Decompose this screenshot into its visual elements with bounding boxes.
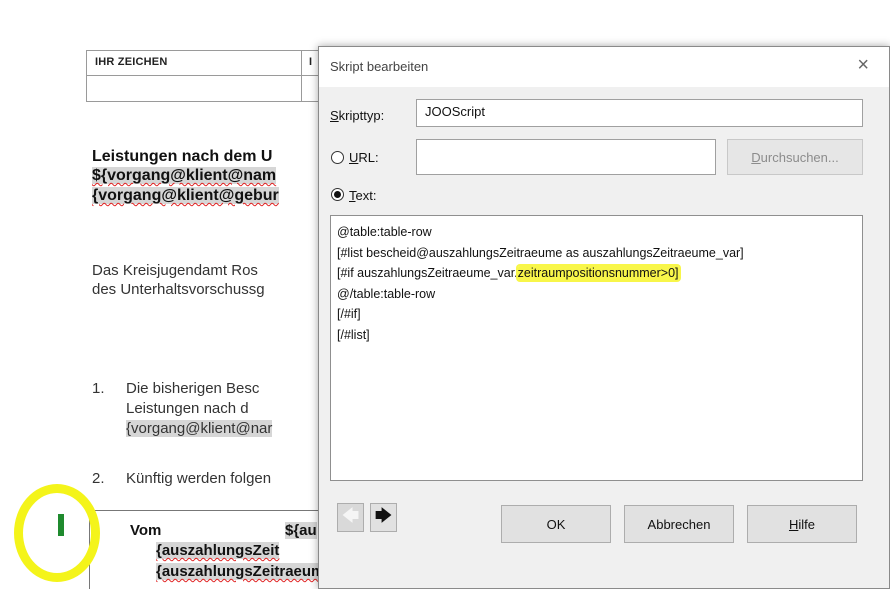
doc-heading-line3: {vorgang@klient@gebur	[92, 187, 279, 205]
doc-paragraph-line1: Das Kreisjugendamt Ros	[92, 262, 258, 279]
code-line-3-start: [#if auszahlungsZeitraeume_var.	[337, 266, 518, 280]
table-header-cut: I	[309, 56, 313, 68]
dialog-titlebar[interactable]: Skript bearbeiten ×	[319, 47, 889, 87]
back-arrow-icon[interactable]: 🡄	[337, 503, 364, 532]
doc-item1-line1: Die bisherigen Besc	[126, 380, 260, 397]
doc-field-zeitraum: {auszahlungsZeit	[156, 542, 280, 559]
text-radio[interactable]	[331, 188, 344, 201]
doc-item1-line3: {vorgang@klient@nar	[126, 420, 273, 437]
doc-row-vom-label: Vom	[130, 522, 162, 539]
doc-paragraph-line2: des Unterhaltsvorschussg	[92, 281, 265, 298]
header-table: IHR ZEICHEN I	[86, 50, 338, 102]
ok-button[interactable]: OK	[501, 505, 611, 543]
code-line: [/#list]	[337, 327, 370, 342]
url-input[interactable]	[416, 139, 716, 175]
code-line: [/#if]	[337, 307, 361, 321]
yellow-marker-circle	[14, 484, 100, 582]
doc-heading-line2: ${vorgang@klient@nam	[92, 167, 277, 185]
url-radio[interactable]	[331, 151, 344, 164]
close-icon[interactable]: ×	[857, 55, 869, 75]
doc-item1-number: 1.	[92, 380, 105, 397]
doc-field-klient-name: ${vorgang@klient@nam	[92, 167, 277, 184]
cancel-button[interactable]: Abbrechen	[624, 505, 734, 543]
doc-item1-line2: Leistungen nach d	[126, 400, 249, 417]
help-button[interactable]: Hilfe	[747, 505, 857, 543]
doc-field-klient-item1: {vorgang@klient@nar	[126, 420, 273, 437]
table-header-ihr-zeichen: IHR ZEICHEN	[95, 56, 168, 68]
edit-script-dialog: Skript bearbeiten × Skripttyp: JOOScript…	[318, 46, 890, 589]
code-line: @table:table-row	[337, 225, 432, 239]
code-line-highlighted: [#if auszahlungsZeitraeume_var.zeitraump…	[337, 263, 856, 284]
dialog-title: Skript bearbeiten	[330, 59, 429, 74]
doc-row-vom-field: ${au	[285, 522, 317, 539]
browse-button-label: Durchsuchen...	[751, 149, 839, 165]
skripttyp-label: Skripttyp:	[330, 108, 385, 123]
text-label: Text:	[349, 188, 377, 203]
script-text-area[interactable]: @table:table-row [#list bescheid@auszahl…	[330, 215, 863, 481]
code-line: @/table:table-row	[337, 286, 436, 301]
doc-field-klient-geburt: {vorgang@klient@gebur	[92, 187, 279, 204]
browse-button[interactable]: Durchsuchen...	[727, 139, 863, 175]
doc-field-vom: ${au	[285, 522, 317, 539]
skripttyp-input[interactable]: JOOScript	[416, 99, 863, 127]
doc-item2-number: 2.	[92, 470, 105, 487]
forward-arrow-icon[interactable]: 🡆	[370, 503, 397, 532]
doc-item2-line1: Künftig werden folgen	[126, 470, 272, 487]
green-marker-bar	[58, 514, 64, 536]
code-line: [#list bescheid@auszahlungsZeitraeume as…	[337, 245, 744, 260]
doc-heading-line1: Leistungen nach dem U	[92, 148, 273, 165]
highlighted-condition: zeitraumpositionsnummer>0]	[517, 266, 679, 280]
header-table-divider	[301, 51, 302, 101]
doc-row-line2: {auszahlungsZeit	[156, 542, 280, 559]
help-button-label: Hilfe	[788, 516, 815, 532]
url-label: URL:	[349, 150, 379, 165]
